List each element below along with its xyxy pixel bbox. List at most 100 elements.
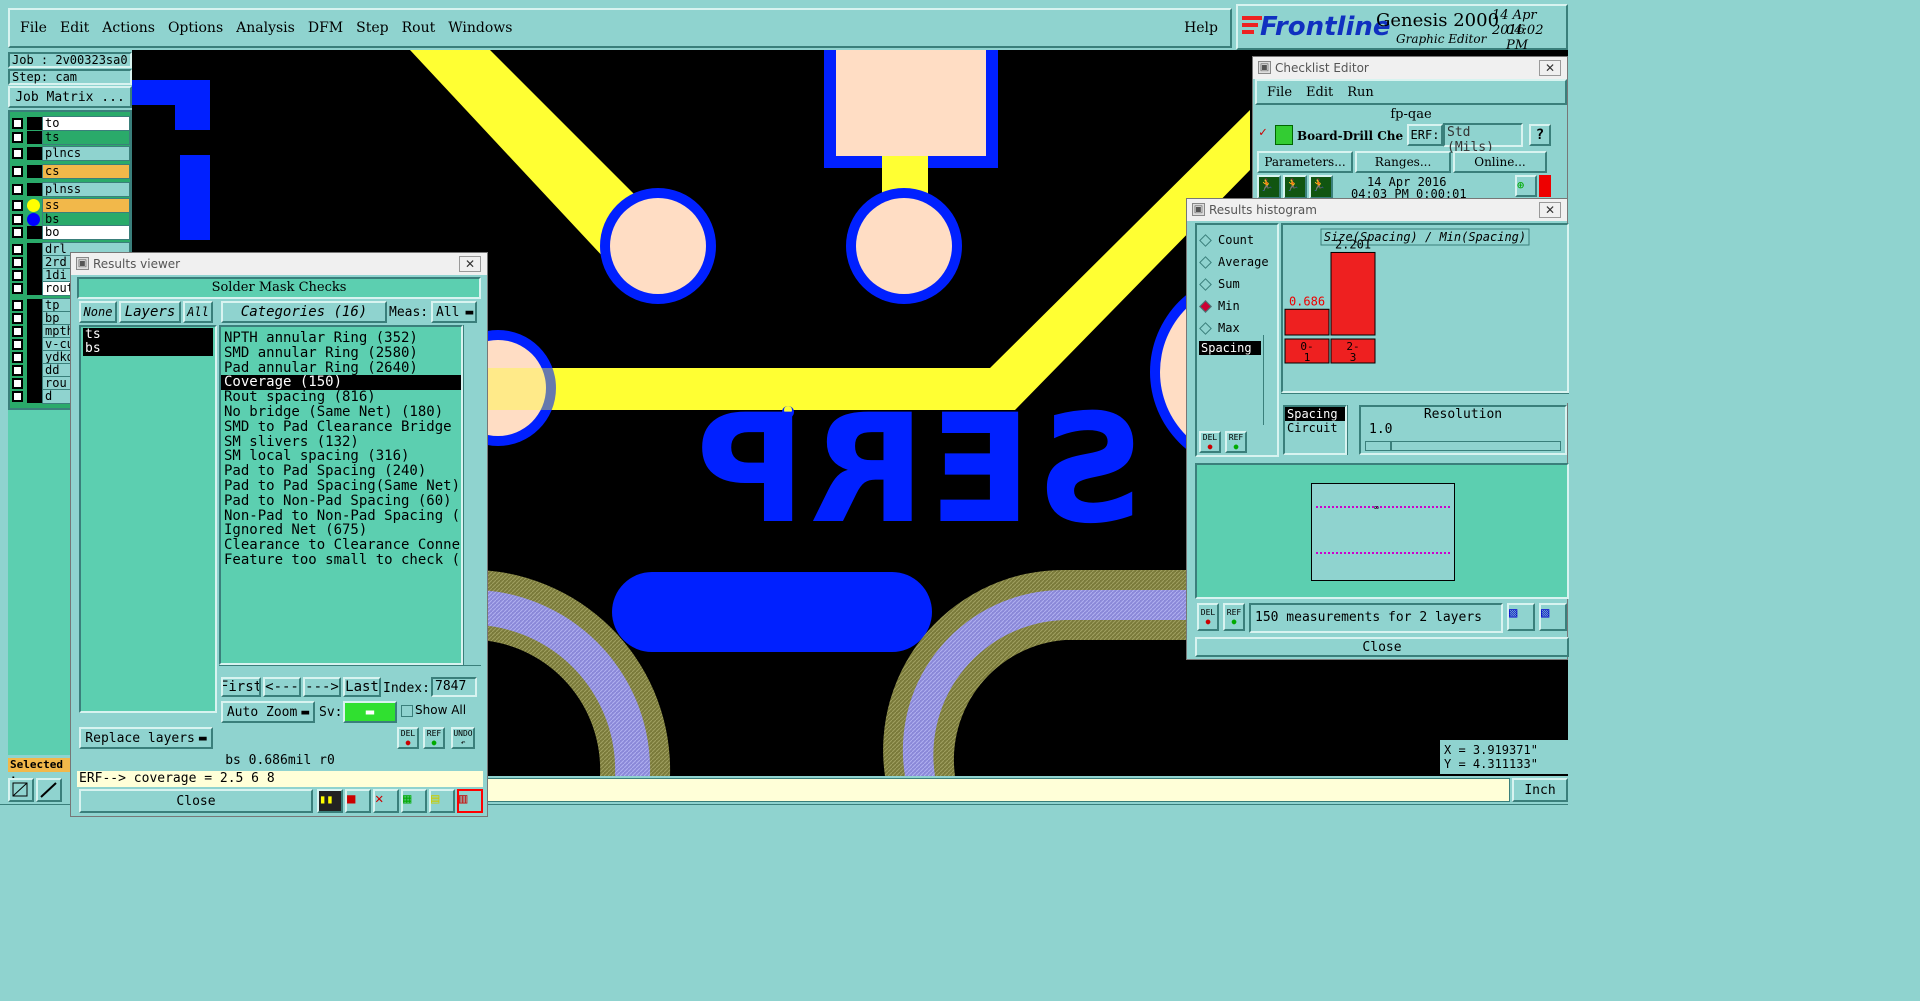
category-item[interactable]: Clearance to Clearance Connection (221, 538, 461, 553)
last-button[interactable]: Last (343, 677, 381, 697)
close-button[interactable]: Close (79, 789, 313, 813)
metric-spacing[interactable]: Spacing (1285, 407, 1345, 421)
layer-checkbox[interactable] (12, 184, 23, 195)
hist-bottom-ref-button[interactable]: REF ● (1223, 603, 1245, 631)
layer-row-bo[interactable]: bo (12, 225, 130, 240)
menu-dfm[interactable]: DFM (308, 20, 343, 36)
hist-option-sum[interactable]: Sum (1197, 273, 1277, 295)
measure-icon[interactable] (36, 778, 62, 802)
layer-row-plnss[interactable]: plnss (12, 182, 130, 197)
resolution-slider[interactable] (1365, 441, 1561, 451)
category-item[interactable]: Ignored Net (675) (221, 523, 461, 538)
run-person-icon[interactable]: 🏃 (1257, 175, 1281, 199)
std-field[interactable]: Std (Mils) (1443, 123, 1523, 155)
menu-analysis[interactable]: Analysis (236, 20, 295, 36)
category-item[interactable]: SMD to Pad Clearance Bridge (60) (221, 419, 461, 435)
layer-checkbox[interactable] (12, 313, 23, 324)
layer-checkbox[interactable] (12, 214, 23, 225)
auto-zoom-dropdown[interactable]: Auto Zoom ▬ (221, 701, 315, 723)
checklist-menu-file[interactable]: File (1267, 85, 1292, 100)
layer-checkbox[interactable] (12, 352, 23, 363)
menu-edit[interactable]: Edit (60, 20, 89, 36)
histogram-bar[interactable] (1330, 251, 1376, 336)
del-button[interactable]: DEL ● (397, 727, 419, 749)
layer-row-cs[interactable]: cs (12, 164, 130, 179)
hist-bottom-del-button[interactable]: DEL ● (1197, 603, 1219, 631)
category-item[interactable]: Feature too small to check (1072) (221, 553, 461, 568)
category-item[interactable]: SM local spacing (316) (221, 449, 461, 464)
replace-layers-dropdown[interactable]: Replace layers ▬ (79, 727, 213, 749)
stop-icon[interactable]: ■ (345, 789, 371, 813)
hist-option-min[interactable]: Min (1197, 295, 1277, 317)
chart-icon[interactable]: ▧ (1507, 603, 1535, 631)
hist-del-button[interactable]: DEL ● (1199, 431, 1221, 453)
layer-row-plncs[interactable]: plncs (12, 146, 130, 161)
layer-checkbox[interactable] (12, 300, 23, 311)
hist-ref-button[interactable]: REF ● (1225, 431, 1247, 453)
none-button[interactable]: None (79, 301, 117, 323)
run-all-icon[interactable]: 🏃 (1283, 175, 1307, 199)
show-all-checkbox[interactable] (401, 705, 413, 717)
layer-checkbox[interactable] (12, 244, 23, 255)
all-button[interactable]: All (183, 301, 213, 323)
checklist-menu-run[interactable]: Run (1347, 85, 1374, 100)
histogram-bar[interactable] (1284, 308, 1330, 336)
close-icon[interactable]: ✕ (1539, 60, 1561, 76)
hist-option-count[interactable]: Count (1197, 229, 1277, 251)
report-icon[interactable]: ▮▮ (317, 789, 343, 813)
layer-checkbox[interactable] (12, 365, 23, 376)
slider-handle[interactable] (1372, 442, 1392, 450)
job-matrix-button[interactable]: Job Matrix ... (8, 86, 132, 108)
layer-row-to[interactable]: to (12, 116, 130, 131)
layers-button[interactable]: Layers (119, 301, 181, 323)
layer-checkbox[interactable] (12, 132, 23, 143)
menu-step[interactable]: Step (356, 20, 388, 36)
layer-row-ss[interactable]: ss (12, 198, 130, 213)
tools-icon[interactable]: ▦ (401, 789, 427, 813)
ref-button[interactable]: REF ● (423, 727, 445, 749)
checklist-menu-edit[interactable]: Edit (1306, 85, 1333, 100)
meas-dropdown[interactable]: All ▬ (431, 301, 477, 323)
layer-checkbox[interactable] (12, 339, 23, 350)
layer-checkbox[interactable] (12, 257, 23, 268)
checklist-row[interactable]: ✓ Board-Drill Che ERF: Std (Mils) ? (1257, 123, 1567, 155)
help-button[interactable]: ? (1529, 124, 1551, 146)
menu-file[interactable]: File (20, 20, 47, 36)
result-layer-list[interactable]: ts bs (79, 325, 217, 713)
zoom-icon[interactable]: ⊕ (1515, 175, 1537, 197)
close-icon[interactable]: ✕ (459, 256, 481, 272)
first-button[interactable]: First (221, 677, 261, 697)
zoom-fit-icon[interactable] (8, 778, 34, 802)
close-icon[interactable]: ✕ (1539, 202, 1561, 218)
layer-checkbox[interactable] (12, 270, 23, 281)
layer-checkbox[interactable] (12, 166, 23, 177)
category-item[interactable]: Non-Pad to Non-Pad Spacing (144) (221, 508, 461, 524)
category-item[interactable]: Pad annular Ring (2640) (221, 360, 461, 376)
category-item[interactable]: SMD annular Ring (2580) (221, 345, 461, 361)
category-item[interactable]: Rout spacing (816) (221, 390, 461, 405)
options-scrollbar[interactable] (1263, 335, 1275, 425)
category-item[interactable]: Pad to Pad Spacing (240) (221, 464, 461, 479)
menu-help[interactable]: Help (1184, 20, 1218, 36)
chart-export-icon[interactable]: ▧ (1539, 603, 1567, 631)
metric-circuit[interactable]: Circuit (1285, 421, 1345, 435)
category-hscrollbar[interactable] (219, 665, 481, 677)
category-item[interactable]: Pad to Non-Pad Spacing (60) (221, 493, 461, 509)
undo-button[interactable]: UNDO ↶ (451, 727, 475, 749)
layer-checkbox[interactable] (12, 378, 23, 389)
next-button[interactable]: ---> (303, 677, 341, 697)
menu-rout[interactable]: Rout (402, 20, 436, 36)
online-button[interactable]: Online... (1453, 151, 1547, 173)
index-input[interactable]: 7847 (431, 677, 477, 697)
result-layer-item[interactable]: bs (83, 342, 213, 356)
layer-checkbox[interactable] (12, 283, 23, 294)
layer-checkbox[interactable] (12, 148, 23, 159)
category-item[interactable]: SM slivers (132) (221, 434, 461, 450)
histogram-icon[interactable]: ▥ (457, 789, 483, 813)
sv-dropdown[interactable]: ▬ (343, 701, 397, 723)
layer-checkbox[interactable] (12, 227, 23, 238)
category-item[interactable]: Coverage (150) (221, 375, 461, 391)
ranges-button[interactable]: Ranges... (1355, 151, 1451, 173)
layer-row-ts[interactable]: ts (12, 130, 130, 145)
result-layer-item[interactable]: ts (83, 328, 213, 342)
